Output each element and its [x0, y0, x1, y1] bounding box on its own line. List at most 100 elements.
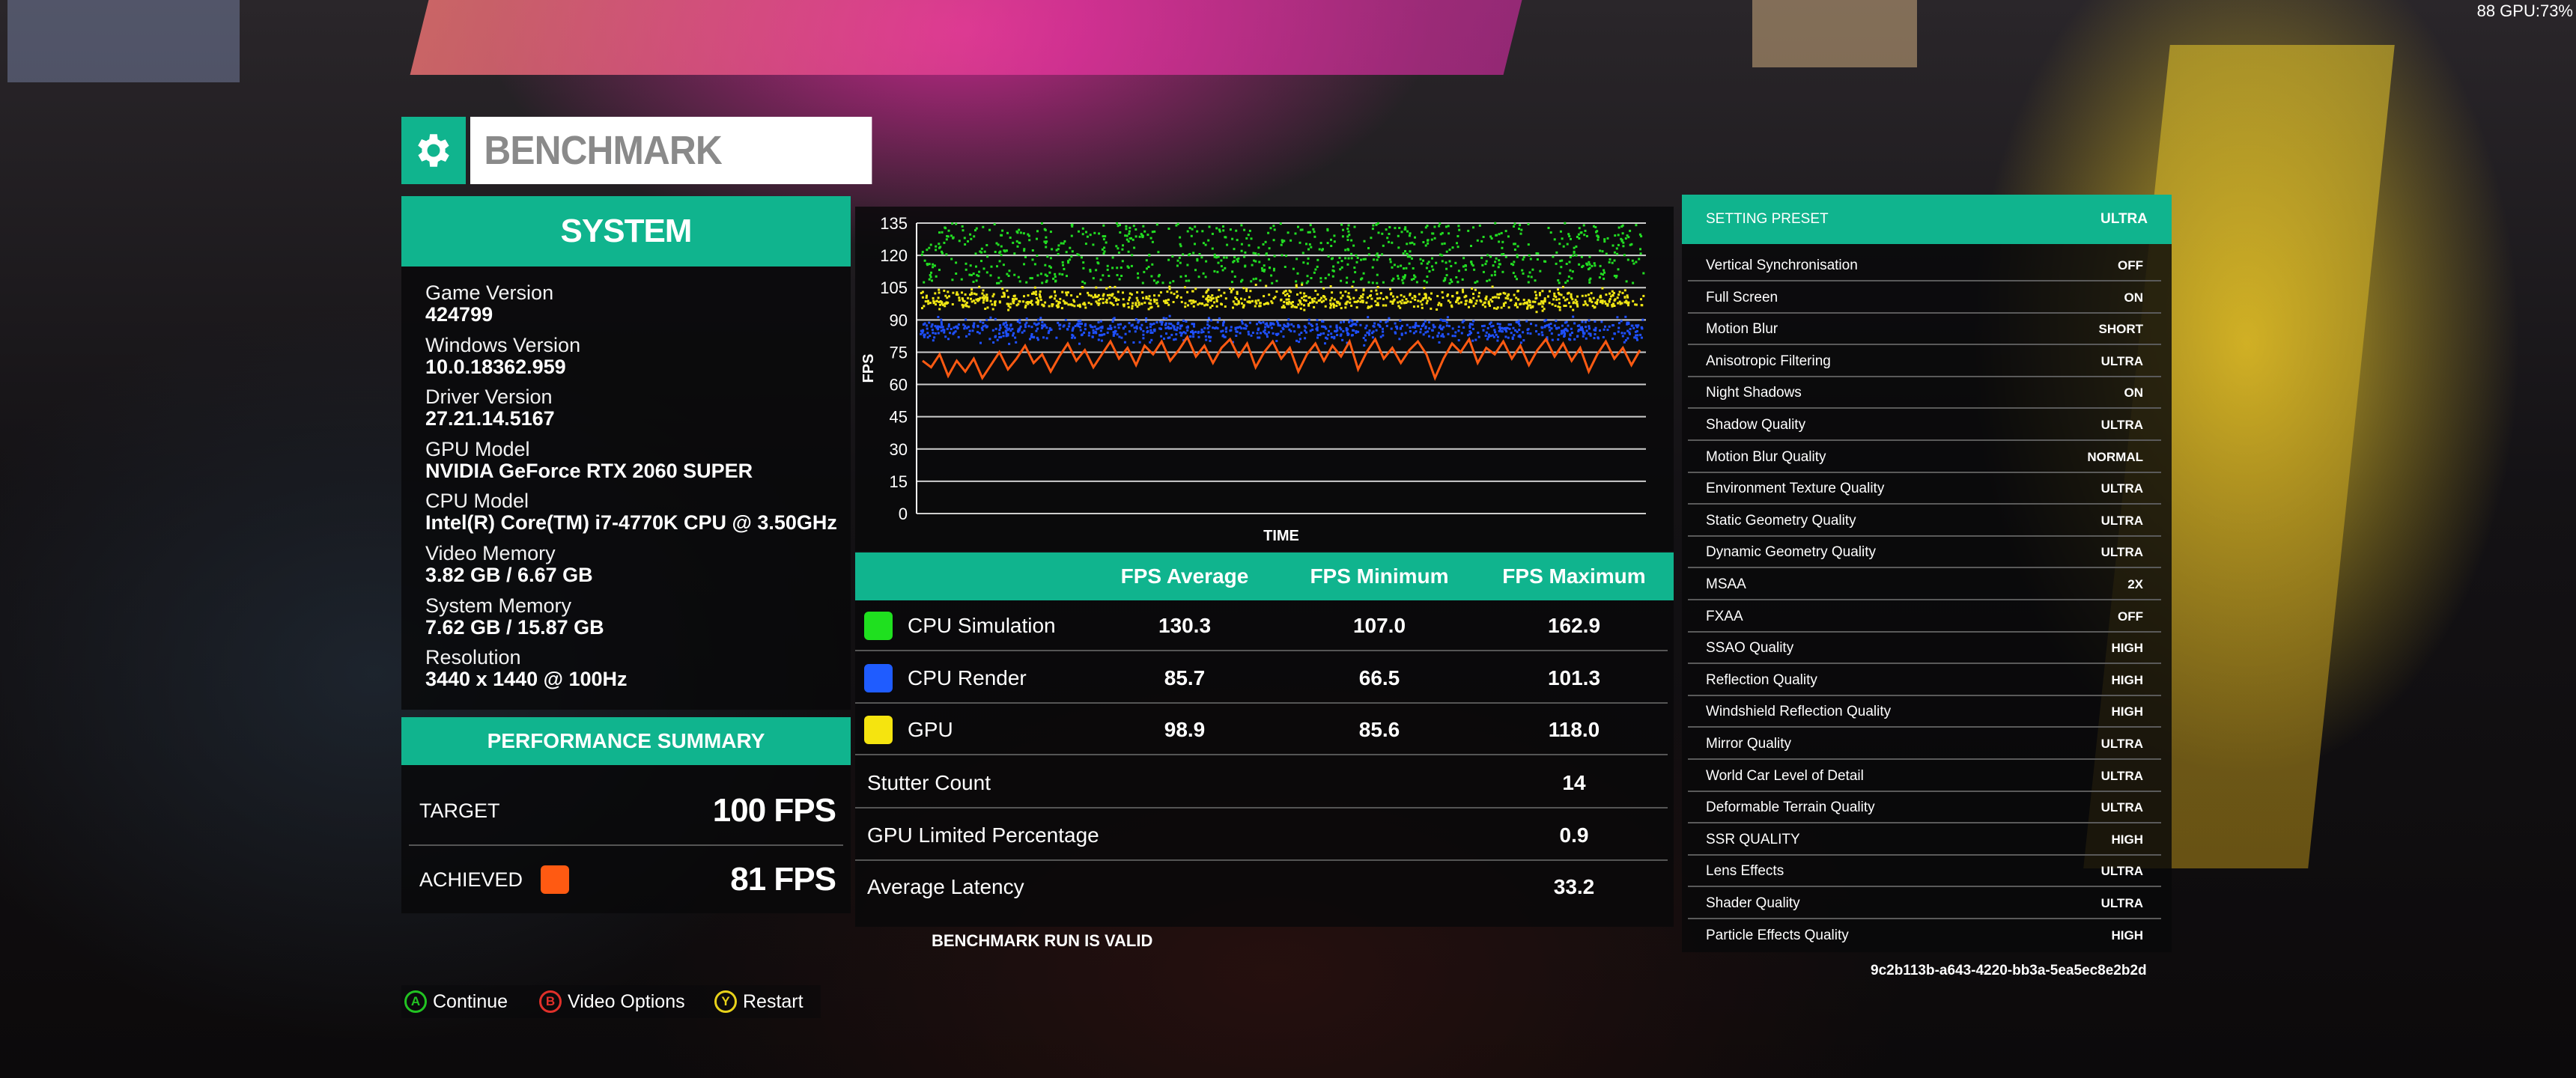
data-point — [1259, 279, 1262, 282]
data-point — [1347, 249, 1350, 252]
data-point — [1603, 271, 1606, 274]
data-point — [1569, 338, 1572, 341]
data-point — [1496, 306, 1499, 309]
data-point — [1126, 234, 1128, 237]
data-point — [1403, 267, 1405, 270]
data-point — [1618, 290, 1621, 293]
data-point — [1504, 230, 1507, 233]
data-point — [1365, 301, 1368, 304]
data-point — [1427, 330, 1430, 333]
data-point — [1470, 301, 1473, 304]
data-point — [1531, 305, 1534, 308]
data-point — [931, 323, 934, 326]
data-point — [1558, 243, 1561, 246]
data-point — [1426, 275, 1429, 278]
data-point — [1412, 332, 1415, 335]
data-point — [1307, 322, 1310, 325]
data-point — [1389, 261, 1392, 264]
data-point — [1609, 295, 1612, 298]
data-point — [1527, 223, 1530, 225]
data-point — [1483, 301, 1486, 304]
data-point — [1592, 296, 1595, 299]
data-point — [1182, 331, 1185, 334]
data-point — [1069, 246, 1072, 249]
data-point — [1394, 227, 1397, 230]
data-point — [1528, 254, 1531, 257]
data-point — [1224, 305, 1227, 308]
data-point — [980, 260, 982, 263]
data-point — [1224, 267, 1227, 270]
continue-button[interactable]: A Continue — [404, 985, 508, 1018]
data-point — [957, 335, 960, 338]
data-point — [1297, 326, 1300, 329]
video-options-button[interactable]: B Video Options — [539, 985, 685, 1018]
data-point — [1007, 296, 1009, 299]
data-point — [1500, 306, 1503, 309]
data-point — [921, 251, 924, 254]
data-point — [1424, 293, 1427, 296]
data-point — [1203, 304, 1206, 307]
system-item: CPU Model Intel(R) Core(TM) i7-4770K CPU … — [425, 490, 837, 533]
data-point — [1389, 300, 1392, 303]
stats-extra-name: GPU Limited Percentage — [867, 823, 1099, 847]
data-point — [1263, 303, 1266, 305]
data-point — [1308, 231, 1311, 234]
data-point — [1346, 263, 1349, 266]
data-point — [1044, 301, 1047, 304]
data-point — [1451, 246, 1454, 249]
setting-value: NORMAL — [2087, 449, 2143, 464]
divider — [855, 807, 1668, 808]
setting-preset-header: SETTING PRESET ULTRA — [1682, 195, 2172, 244]
data-point — [1272, 297, 1275, 300]
data-point — [949, 332, 951, 335]
data-point — [1187, 304, 1189, 307]
setting-value: ULTRA — [2100, 800, 2143, 815]
data-point — [1250, 237, 1253, 240]
data-point — [1013, 294, 1016, 297]
data-point — [1613, 332, 1616, 335]
restart-button[interactable]: Y Restart — [714, 985, 804, 1018]
data-point — [1096, 257, 1099, 260]
data-point — [1575, 245, 1578, 248]
data-point — [1498, 233, 1501, 236]
data-point — [998, 260, 1001, 263]
data-point — [1307, 318, 1310, 321]
data-point — [1480, 256, 1483, 259]
data-point — [1526, 329, 1529, 332]
data-point — [1510, 263, 1513, 266]
data-point — [1258, 320, 1261, 323]
data-point — [1102, 297, 1105, 300]
data-point — [1282, 292, 1285, 295]
data-point — [1415, 322, 1418, 325]
data-point — [1229, 329, 1232, 332]
data-point — [1330, 245, 1333, 247]
data-point — [1240, 320, 1243, 323]
data-point — [1450, 265, 1453, 267]
data-point — [1528, 301, 1531, 304]
data-point — [1412, 267, 1415, 270]
data-point — [1345, 327, 1348, 329]
data-point — [1460, 332, 1463, 335]
system-item-label: Game Version — [425, 281, 554, 304]
data-point — [1264, 240, 1267, 243]
data-point — [1001, 229, 1004, 232]
data-point — [1134, 330, 1137, 333]
data-point — [1314, 290, 1317, 292]
stats-row-name: GPU — [908, 718, 953, 741]
setting-name: Deformable Terrain Quality — [1706, 800, 1875, 816]
data-point — [1603, 269, 1606, 272]
data-point — [1065, 291, 1068, 294]
data-point — [1471, 264, 1474, 267]
data-point — [1082, 267, 1085, 270]
data-point — [1530, 323, 1532, 326]
data-point — [1419, 258, 1422, 261]
data-point — [1530, 275, 1533, 278]
data-point — [1106, 264, 1109, 267]
data-point — [1534, 297, 1537, 300]
data-point — [942, 328, 945, 331]
data-point — [1382, 298, 1385, 300]
data-point — [1425, 267, 1428, 270]
data-point — [1098, 232, 1101, 235]
data-point — [1006, 289, 1009, 292]
data-point — [1570, 293, 1573, 296]
